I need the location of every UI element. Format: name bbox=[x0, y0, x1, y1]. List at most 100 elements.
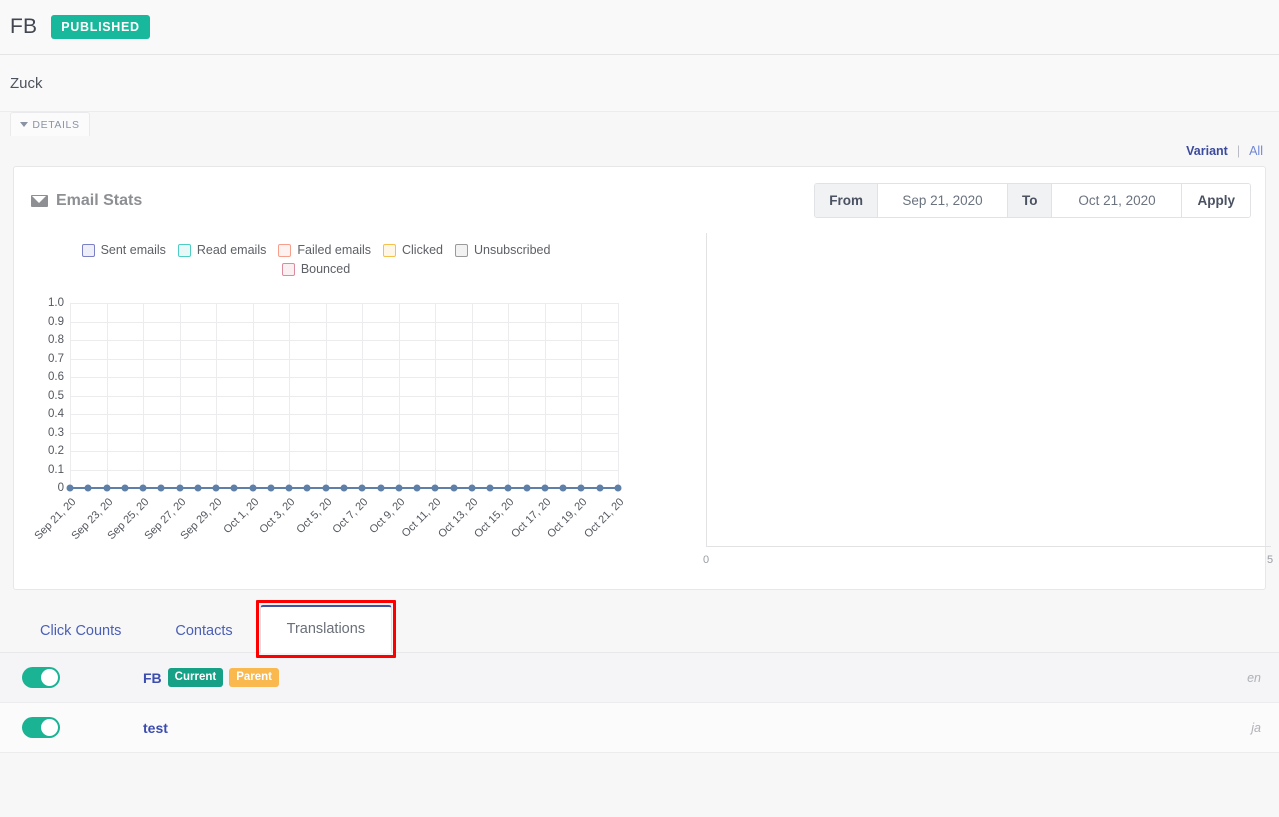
chart-data-point[interactable] bbox=[450, 484, 458, 492]
record-name: Zuck bbox=[10, 74, 43, 92]
translation-name-link[interactable]: test bbox=[143, 720, 168, 736]
secondary-chart-xtick-min: 0 bbox=[703, 554, 710, 566]
chart-data-point[interactable] bbox=[249, 484, 257, 492]
legend-label: Unsubscribed bbox=[474, 243, 551, 257]
chart-gridline-vertical bbox=[581, 303, 583, 488]
chart-data-point[interactable] bbox=[504, 484, 512, 492]
chart-data-point[interactable] bbox=[340, 484, 348, 492]
date-to-label: To bbox=[1007, 184, 1053, 217]
legend-item-failed-emails[interactable]: Failed emails bbox=[278, 243, 371, 257]
chart-data-point[interactable] bbox=[577, 484, 585, 492]
chart-gridline-vertical bbox=[544, 303, 546, 488]
chart-y-tick-label: 0.6 bbox=[48, 371, 64, 383]
chart-data-point[interactable] bbox=[157, 484, 165, 492]
chart-data-point[interactable] bbox=[84, 484, 92, 492]
chart-gridline-vertical bbox=[325, 303, 327, 488]
chart-data-point[interactable] bbox=[541, 484, 549, 492]
chart-y-tick-label: 0.3 bbox=[48, 426, 64, 439]
chart-data-point[interactable] bbox=[139, 484, 147, 492]
translation-row-main: test bbox=[143, 720, 1251, 736]
email-stats-title: Email Stats bbox=[56, 191, 143, 209]
chart-y-tick-label: 1.0 bbox=[48, 297, 64, 309]
tabs-bar: Click Counts Contacts Translations bbox=[0, 590, 1279, 658]
chart-gridline-vertical bbox=[618, 303, 619, 488]
chart-data-point[interactable] bbox=[267, 484, 275, 492]
chart-data-point[interactable] bbox=[377, 484, 385, 492]
legend-swatch-icon bbox=[177, 243, 191, 257]
legend-label: Read emails bbox=[196, 243, 267, 257]
chart-y-tick-label: 0.9 bbox=[48, 315, 64, 328]
chart-data-point[interactable] bbox=[230, 484, 238, 492]
apply-button[interactable]: Apply bbox=[1182, 184, 1250, 217]
chart-data-point[interactable] bbox=[121, 484, 129, 492]
translation-enabled-toggle[interactable] bbox=[22, 667, 60, 688]
chart-data-point[interactable] bbox=[358, 484, 366, 492]
tab-translations[interactable]: Translations bbox=[259, 604, 393, 653]
chart-y-tick-label: 0.5 bbox=[48, 389, 64, 402]
chart-gridline-vertical bbox=[252, 303, 254, 488]
chart-data-point[interactable] bbox=[212, 484, 220, 492]
tab-contacts[interactable]: Contacts bbox=[148, 610, 259, 653]
secondary-chart-xtick-max: 5 bbox=[1267, 554, 1274, 566]
chart-data-point[interactable] bbox=[322, 484, 330, 492]
legend-item-sent-emails[interactable]: Sent emails bbox=[81, 243, 166, 257]
translation-language-code: en bbox=[1247, 670, 1261, 685]
variant-link[interactable]: Variant bbox=[1186, 144, 1228, 158]
chart-data-point[interactable] bbox=[194, 484, 202, 492]
chart-data-point[interactable] bbox=[176, 484, 184, 492]
chart-gridline-horizontal bbox=[70, 321, 618, 323]
chart-data-point[interactable] bbox=[431, 484, 439, 492]
chart-y-tick-label: 0.8 bbox=[48, 334, 64, 346]
chart-data-point[interactable] bbox=[614, 484, 622, 492]
toggle-knob bbox=[41, 669, 58, 686]
chart-data-point[interactable] bbox=[303, 484, 311, 492]
details-tab[interactable]: DETAILS bbox=[10, 112, 90, 136]
chart-gridline-horizontal bbox=[70, 432, 618, 434]
chart-data-point[interactable] bbox=[559, 484, 567, 492]
email-stats-title-group: Email Stats bbox=[31, 192, 142, 210]
secondary-empty-chart: 0 5 bbox=[694, 229, 1274, 591]
legend-swatch-icon bbox=[383, 243, 396, 257]
legend-item-bounced[interactable]: Bounced bbox=[281, 262, 351, 276]
legend-swatch-icon bbox=[281, 262, 295, 276]
chart-data-point[interactable] bbox=[395, 484, 403, 492]
top-header-bar: FB PUBLISHED bbox=[0, 0, 1279, 55]
legend-row: Sent emails Read emails Failed emails Click… bbox=[81, 243, 550, 257]
translation-row: test ja bbox=[0, 703, 1279, 753]
chart-gridline-horizontal bbox=[70, 451, 618, 452]
legend-item-read-emails[interactable]: Read emails bbox=[177, 243, 267, 257]
email-stats-chart: Sent emails Read emails Failed emails Click… bbox=[14, 229, 654, 591]
chart-gridline-vertical bbox=[179, 303, 181, 488]
legend-item-clicked[interactable]: Clicked bbox=[383, 243, 443, 257]
legend-label: Bounced bbox=[300, 262, 351, 276]
chart-gridline-vertical bbox=[398, 303, 400, 488]
legend-item-unsubscribed[interactable]: Unsubscribed bbox=[455, 243, 550, 257]
chart-gridline-horizontal bbox=[70, 358, 618, 360]
chart-data-point[interactable] bbox=[66, 484, 74, 492]
toggle-knob bbox=[41, 719, 58, 736]
chart-data-point[interactable] bbox=[523, 484, 531, 492]
details-tab-strip: DETAILS bbox=[0, 112, 1279, 136]
date-from-label: From bbox=[815, 184, 878, 217]
details-tab-label: DETAILS bbox=[32, 118, 80, 131]
chart-gridline-vertical bbox=[362, 303, 364, 488]
chart-data-point[interactable] bbox=[103, 484, 111, 492]
charts-container: Sent emails Read emails Failed emails Click… bbox=[14, 229, 1273, 591]
chart-data-point[interactable] bbox=[486, 484, 494, 492]
chart-gridline-vertical bbox=[216, 303, 218, 488]
chart-data-point[interactable] bbox=[468, 484, 476, 492]
chart-data-point[interactable] bbox=[596, 484, 604, 492]
legend-label: Failed emails bbox=[297, 243, 371, 257]
chart-gridline-vertical bbox=[471, 303, 473, 488]
chart-data-point[interactable] bbox=[285, 484, 293, 492]
translation-enabled-toggle[interactable] bbox=[22, 717, 60, 738]
date-to-input[interactable]: Oct 21, 2020 bbox=[1052, 184, 1183, 217]
tab-click-counts[interactable]: Click Counts bbox=[13, 610, 148, 653]
chart-gridline-vertical bbox=[435, 303, 437, 488]
all-link[interactable]: All bbox=[1249, 144, 1263, 158]
chart-data-point[interactable] bbox=[413, 484, 421, 492]
translation-name-link[interactable]: FB bbox=[143, 670, 162, 686]
date-from-input[interactable]: Sep 21, 2020 bbox=[877, 184, 1008, 217]
email-stats-card-header: Email Stats From Sep 21, 2020 To Oct 21,… bbox=[14, 167, 1265, 218]
email-stats-card: Email Stats From Sep 21, 2020 To Oct 21,… bbox=[13, 166, 1273, 591]
